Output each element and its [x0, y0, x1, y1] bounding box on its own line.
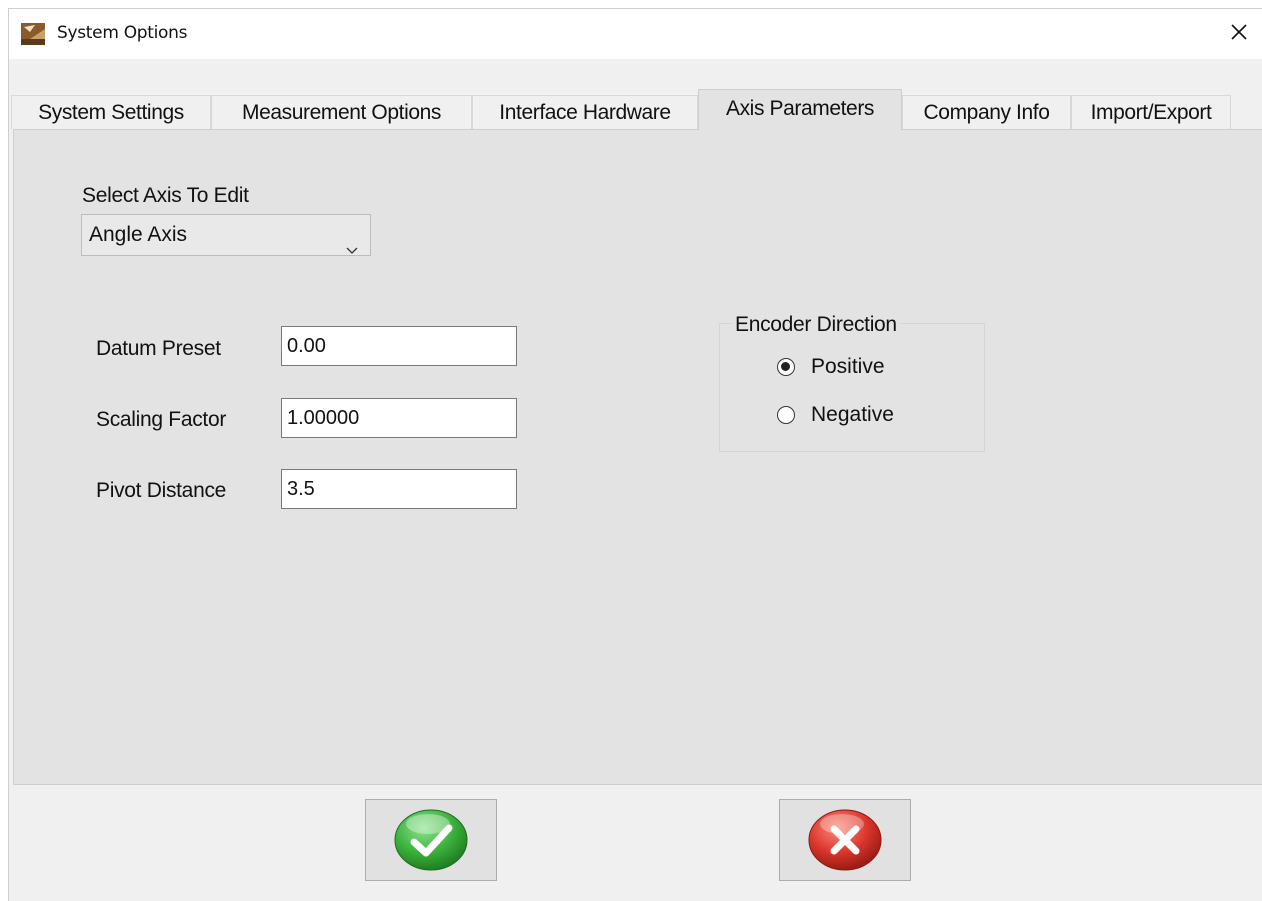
- green-checkmark-icon: [392, 804, 470, 877]
- close-button[interactable]: [1216, 9, 1262, 59]
- tab-axis-parameters[interactable]: Axis Parameters: [698, 89, 902, 130]
- system-options-window: System Options System Settings Measureme…: [8, 8, 1262, 901]
- tab-interface-hardware[interactable]: Interface Hardware: [472, 95, 698, 129]
- scaling-factor-label: Scaling Factor: [96, 408, 227, 431]
- app-icon: [21, 23, 45, 45]
- encoder-direction-title: Encoder Direction: [731, 313, 901, 337]
- cancel-button[interactable]: [779, 799, 911, 881]
- tab-import-export[interactable]: Import/Export: [1071, 95, 1231, 129]
- datum-preset-label: Datum Preset: [96, 337, 221, 360]
- radio-negative-button[interactable]: [777, 406, 795, 424]
- select-axis-label: Select Axis To Edit: [82, 184, 249, 207]
- pivot-distance-field[interactable]: 3.5: [281, 469, 517, 509]
- title-bar: System Options: [9, 9, 1262, 59]
- encoder-direction-group: [719, 323, 985, 452]
- radio-selected-dot: [781, 362, 790, 371]
- radio-positive-label: Positive: [811, 355, 885, 378]
- window-title: System Options: [57, 23, 188, 43]
- tab-measurement-options[interactable]: Measurement Options: [211, 95, 472, 129]
- close-icon: [1230, 23, 1248, 46]
- pivot-distance-label: Pivot Distance: [96, 479, 227, 502]
- datum-preset-field[interactable]: 0.00: [281, 326, 517, 366]
- radio-negative-label: Negative: [811, 403, 894, 426]
- scaling-factor-field[interactable]: 1.00000: [281, 398, 517, 438]
- axis-select-value: Angle Axis: [89, 223, 188, 246]
- tab-company-info[interactable]: Company Info: [902, 95, 1071, 129]
- axis-select-dropdown[interactable]: Angle Axis: [81, 214, 371, 256]
- chevron-down-icon: [346, 229, 358, 254]
- ok-button[interactable]: [365, 799, 497, 881]
- red-x-icon: [806, 804, 884, 877]
- tab-system-settings[interactable]: System Settings: [11, 95, 211, 129]
- radio-positive-button[interactable]: [777, 358, 795, 376]
